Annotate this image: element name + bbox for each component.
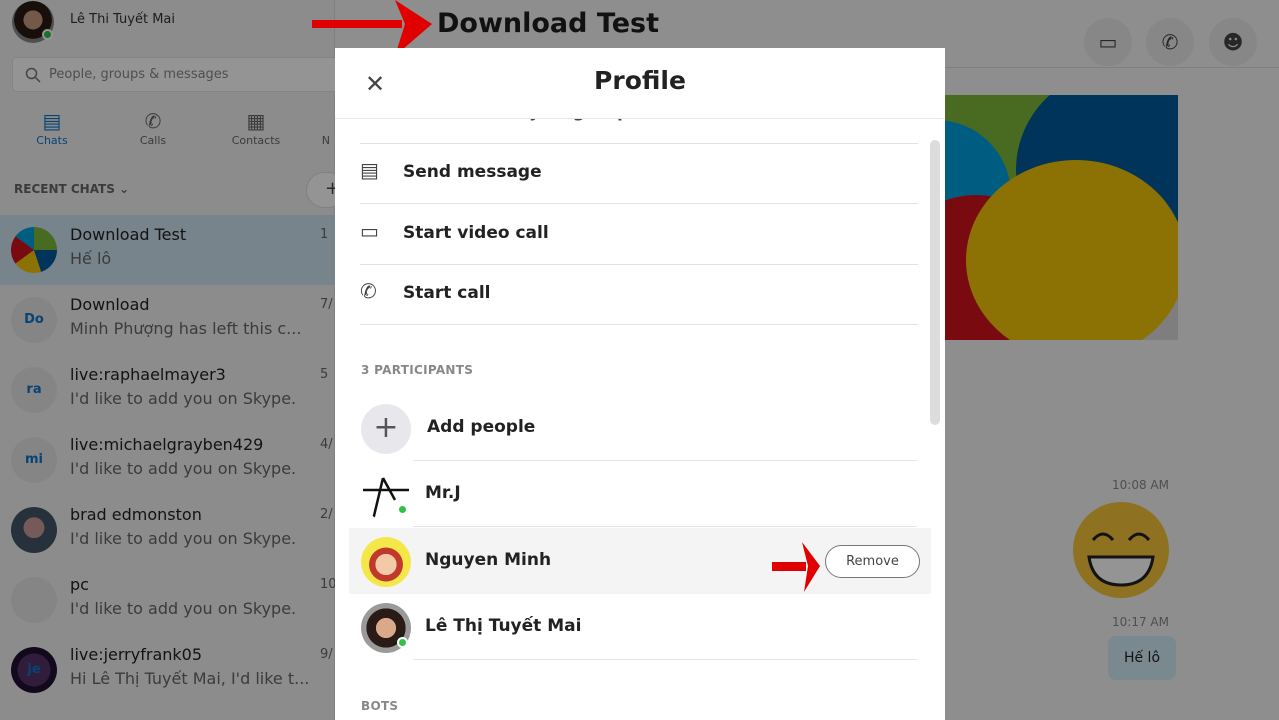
- share-link-label: Share link to join group: [403, 104, 630, 122]
- action-label: Start video call: [403, 223, 549, 243]
- participant-name: Lê Thị Tuyết Mai: [425, 616, 582, 636]
- participant-row-highlighted[interactable]: Nguyen Minh Remove: [349, 528, 931, 594]
- participant-avatar: [361, 537, 411, 587]
- bots-header: BOTS: [361, 699, 399, 713]
- share-link-item[interactable]: Share link to join group: [360, 104, 918, 144]
- action-label: Start call: [403, 283, 491, 303]
- profile-dialog: ✕ Profile Share link to join group ✕ Pro…: [335, 48, 945, 720]
- dialog-title: Profile: [594, 66, 686, 95]
- online-status-dot: [397, 637, 408, 648]
- plus-icon: +: [361, 404, 411, 454]
- start-call-action[interactable]: ✆ Start call: [360, 265, 918, 325]
- add-people-label: Add people: [427, 417, 536, 437]
- scrollbar-thumb[interactable]: [930, 140, 940, 425]
- action-label: Send message: [403, 162, 542, 182]
- conversation-title[interactable]: Download Test: [437, 8, 659, 39]
- participant-name: Mr.J: [425, 483, 461, 503]
- header-divider: [335, 118, 945, 119]
- divider: [413, 659, 917, 660]
- message-icon: ▤: [360, 158, 379, 182]
- online-status-dot: [397, 504, 408, 515]
- video-icon: ▭: [360, 219, 379, 243]
- divider: [413, 526, 917, 527]
- participant-row[interactable]: Lê Thị Tuyết Mai: [349, 594, 931, 660]
- add-people-button[interactable]: + Add people: [349, 395, 931, 461]
- phone-icon: ✆: [360, 279, 377, 303]
- participant-name: Nguyen Minh: [425, 550, 552, 570]
- send-message-action[interactable]: ▤ Send message: [360, 144, 918, 204]
- participant-row[interactable]: Mr.J: [349, 461, 931, 527]
- remove-participant-button[interactable]: Remove: [825, 545, 920, 578]
- start-video-call-action[interactable]: ▭ Start video call: [360, 205, 918, 265]
- participants-header: 3 PARTICIPANTS: [361, 363, 474, 377]
- annotation-arrow: [772, 542, 820, 592]
